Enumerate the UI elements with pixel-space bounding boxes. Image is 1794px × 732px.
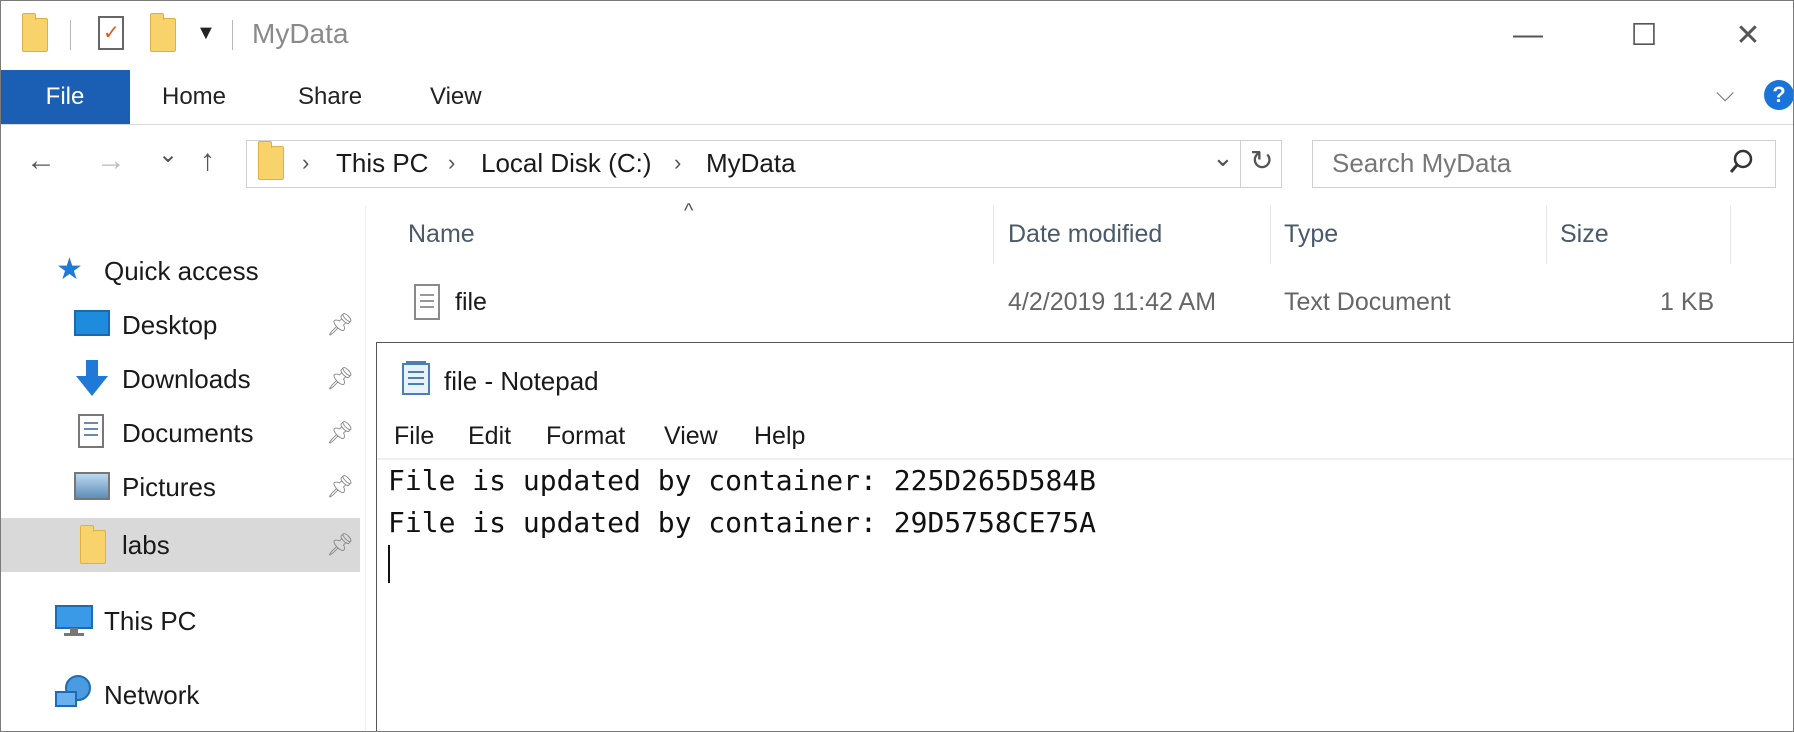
address-folder-icon: [258, 141, 284, 180]
folder-icon: [22, 13, 48, 52]
computer-icon: [54, 604, 94, 636]
tab-view[interactable]: View: [430, 70, 482, 124]
sidebar-item-labs[interactable]: labs 📌︎: [0, 518, 360, 572]
recent-locations-icon[interactable]: ⌄: [158, 140, 178, 169]
column-header-date-modified[interactable]: Date modified: [1008, 220, 1162, 249]
column-header-type[interactable]: Type: [1284, 220, 1338, 249]
notepad-text-line[interactable]: File is updated by container: 225D265D58…: [388, 464, 1096, 497]
notepad-menu-divider: [377, 458, 1794, 460]
sidebar-item-label: Downloads: [122, 364, 251, 394]
search-icon[interactable]: [1728, 148, 1756, 176]
sidebar-item-network[interactable]: Network: [104, 680, 199, 711]
notepad-menu-help[interactable]: Help: [754, 422, 805, 451]
column-header-size[interactable]: Size: [1560, 220, 1609, 249]
column-separator[interactable]: [1270, 206, 1271, 264]
tab-file[interactable]: File: [0, 70, 130, 124]
folder-icon: [80, 525, 106, 564]
tab-share[interactable]: Share: [298, 70, 362, 124]
sidebar-item-label: Pictures: [122, 472, 216, 502]
sidebar-item-label: labs: [122, 530, 170, 560]
refresh-icon[interactable]: ↻: [1250, 144, 1273, 177]
breadcrumb-local-disk[interactable]: Local Disk (C:): [481, 148, 651, 179]
new-folder-icon[interactable]: [150, 13, 176, 52]
sort-ascending-icon: ^: [684, 200, 694, 222]
documents-icon: [78, 414, 104, 448]
sidebar-item-label: Documents: [122, 418, 254, 448]
network-icon: [54, 674, 94, 708]
column-separator[interactable]: [1546, 206, 1547, 264]
file-size: 1 KB: [1660, 288, 1715, 316]
pin-icon: 📌︎: [326, 312, 354, 337]
expand-ribbon-icon[interactable]: ⌵: [1716, 80, 1734, 108]
notepad-menu-format[interactable]: Format: [546, 422, 625, 451]
pin-icon: 📌︎: [326, 366, 354, 391]
file-date-modified: 4/2/2019 11:42 AM: [1008, 288, 1217, 316]
chevron-right-icon: ›: [448, 150, 456, 175]
properties-icon[interactable]: ✓: [98, 16, 124, 50]
window-title: MyData: [252, 18, 349, 49]
sidebar-item-quick-access[interactable]: Quick access: [104, 256, 259, 287]
star-icon: ★: [56, 253, 83, 286]
back-icon[interactable]: ←: [26, 144, 56, 178]
sidebar-item-desktop[interactable]: Desktop 📌︎: [0, 298, 360, 352]
breadcrumb-this-pc[interactable]: This PC: [336, 148, 428, 179]
address-divider: [1240, 140, 1241, 188]
ribbon-bar: [0, 70, 1794, 125]
chevron-right-icon: ›: [674, 150, 682, 175]
sidebar-item-this-pc[interactable]: This PC: [104, 606, 196, 637]
title-separator: [232, 20, 233, 50]
customize-toolbar-icon[interactable]: ▼: [196, 22, 216, 45]
notepad-menu-file[interactable]: File: [394, 422, 434, 451]
download-arrow-icon: [74, 358, 110, 398]
text-file-icon: [414, 284, 440, 320]
address-dropdown-icon[interactable]: ⌄: [1212, 142, 1234, 173]
pictures-icon: [74, 472, 110, 500]
minimize-button[interactable]: —: [1476, 0, 1580, 70]
sidebar-item-downloads[interactable]: Downloads 📌︎: [0, 352, 360, 406]
forward-icon[interactable]: →: [96, 144, 126, 178]
column-separator[interactable]: [1730, 206, 1731, 264]
sidebar-divider: [365, 206, 366, 732]
sidebar-item-documents[interactable]: Documents 📌︎: [0, 406, 360, 460]
column-separator[interactable]: [993, 206, 994, 264]
breadcrumb-mydata[interactable]: MyData: [706, 148, 796, 179]
pin-icon: 📌︎: [326, 420, 354, 445]
quick-access-separator: [70, 20, 71, 50]
notepad-title: file - Notepad: [444, 366, 599, 396]
column-header-name[interactable]: Name: [408, 220, 475, 249]
pin-icon: 📌︎: [326, 474, 354, 499]
notepad-menu-edit[interactable]: Edit: [468, 422, 511, 451]
maximize-button[interactable]: ☐: [1592, 0, 1696, 70]
notepad-menu-view[interactable]: View: [664, 422, 718, 451]
tab-home[interactable]: Home: [162, 70, 226, 124]
desktop-icon: [74, 310, 110, 336]
file-name[interactable]: file: [455, 288, 487, 317]
search-placeholder: Search MyData: [1332, 148, 1512, 178]
notepad-text-line[interactable]: File is updated by container: 29D5758CE7…: [388, 506, 1096, 539]
pin-icon: 📌︎: [326, 532, 354, 557]
text-caret: [388, 545, 390, 583]
up-icon[interactable]: ↑: [200, 144, 215, 178]
chevron-right-icon: ›: [302, 150, 310, 175]
close-button[interactable]: ✕: [1696, 0, 1794, 70]
sidebar-item-pictures[interactable]: Pictures 📌︎: [0, 460, 360, 514]
notepad-icon: [400, 360, 432, 396]
file-type: Text Document: [1284, 288, 1451, 316]
sidebar-item-label: Desktop: [122, 310, 218, 340]
help-icon[interactable]: ?: [1764, 80, 1794, 110]
